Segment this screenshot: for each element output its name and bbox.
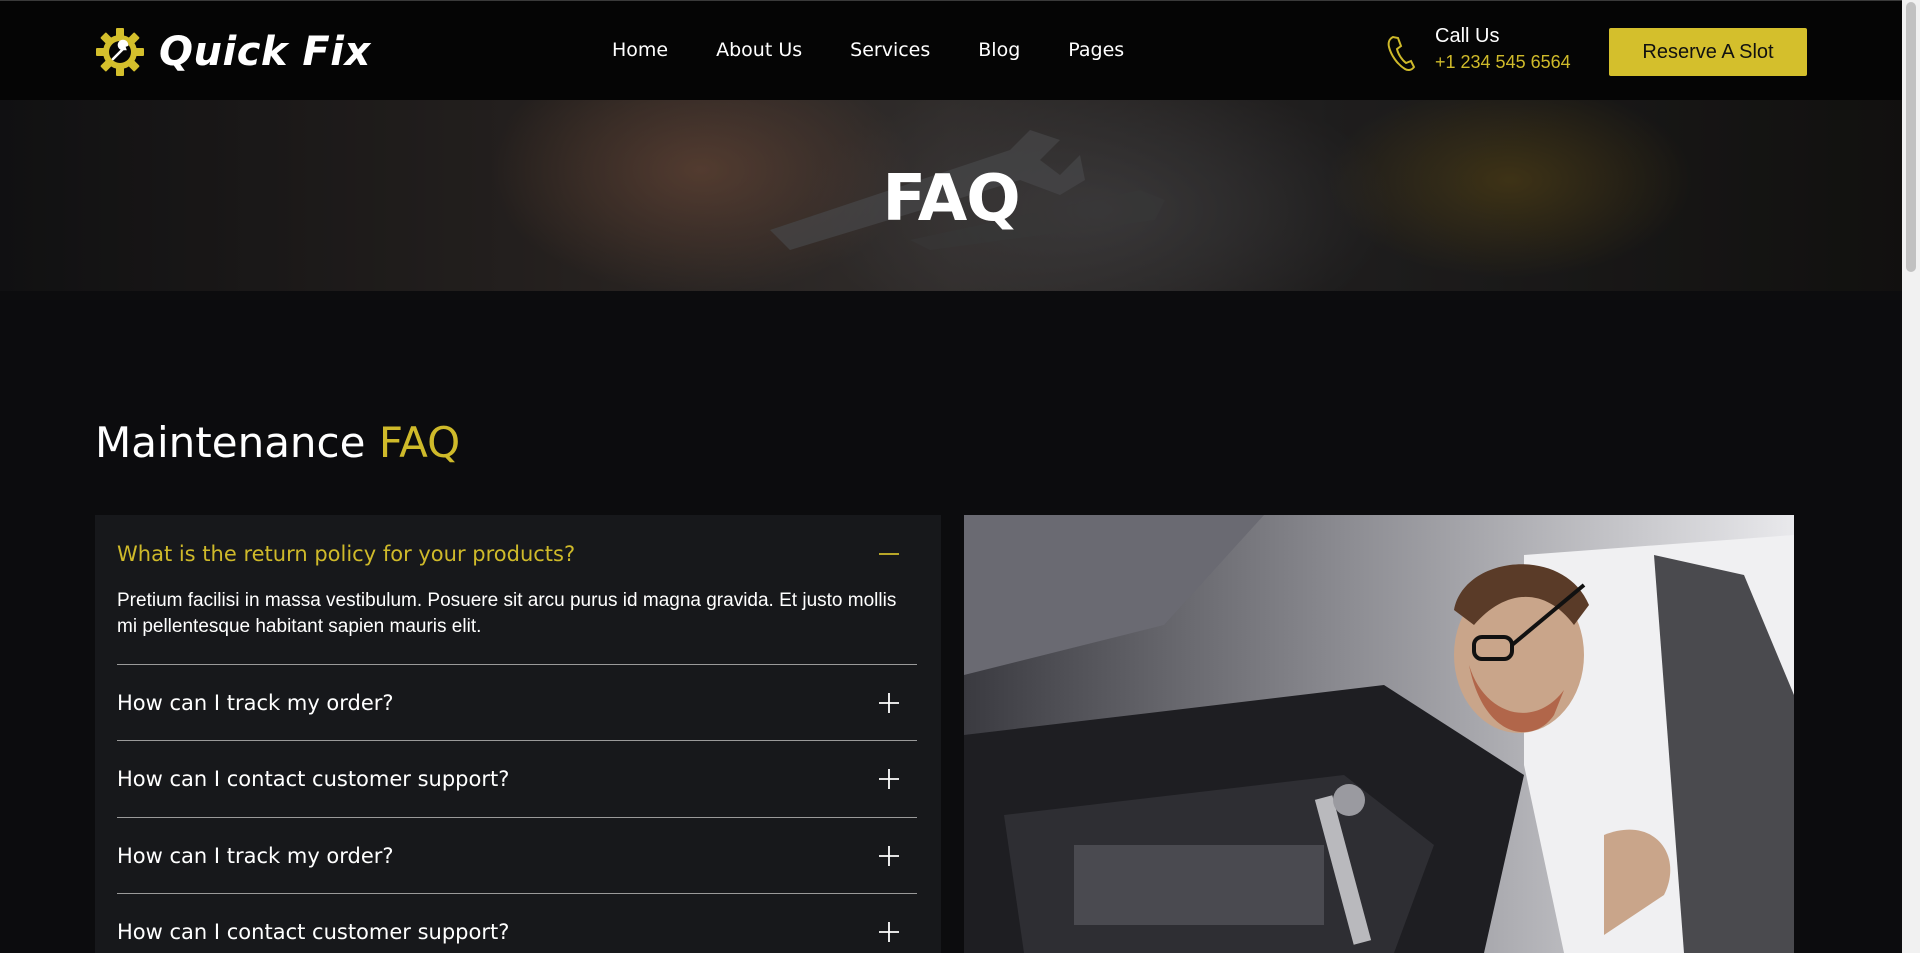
plus-icon[interactable]	[877, 691, 901, 715]
faq-question[interactable]: How can I contact customer support?	[117, 767, 917, 791]
brand-name: Quick Fix	[159, 29, 371, 75]
main-nav: Home About Us Services Blog Pages	[612, 39, 1172, 61]
mechanic-photo	[964, 515, 1794, 953]
page-title: FAQ	[882, 162, 1020, 236]
plus-icon[interactable]	[877, 920, 901, 944]
faq-item[interactable]: How can I track my order?	[117, 844, 917, 868]
faq-divider	[117, 893, 917, 894]
scrollbar-thumb[interactable]	[1906, 2, 1916, 272]
minus-icon[interactable]	[877, 542, 901, 566]
scrollbar[interactable]	[1902, 0, 1920, 953]
faq-item[interactable]: How can I contact customer support?	[117, 920, 917, 944]
call-label: Call Us	[1435, 25, 1500, 47]
hero-banner: FAQ	[0, 100, 1902, 291]
faq-question[interactable]: What is the return policy for your produ…	[117, 542, 917, 566]
nav-pages[interactable]: Pages	[1068, 39, 1124, 61]
faq-question[interactable]: How can I contact customer support?	[117, 920, 917, 944]
mechanic-image	[964, 515, 1794, 953]
section-title-accent: FAQ	[378, 418, 461, 467]
faq-answer: Pretium facilisi in massa vestibulum. Po…	[117, 590, 897, 637]
call-us-block[interactable]: Call Us +1 234 545 6564	[1385, 25, 1571, 73]
faq-item[interactable]: What is the return policy for your produ…	[117, 542, 917, 566]
call-number[interactable]: +1 234 545 6564	[1435, 52, 1571, 73]
section-title: Maintenance FAQ	[95, 418, 460, 467]
gear-wrench-logo-icon	[96, 28, 144, 76]
nav-home[interactable]: Home	[612, 39, 668, 61]
plus-icon[interactable]	[877, 844, 901, 868]
faq-item[interactable]: How can I track my order?	[117, 691, 917, 715]
faq-accordion: What is the return policy for your produ…	[95, 515, 941, 953]
faq-question[interactable]: How can I track my order?	[117, 691, 917, 715]
brand-logo[interactable]: Quick Fix	[95, 27, 371, 77]
faq-divider	[117, 817, 917, 818]
nav-blog[interactable]: Blog	[978, 39, 1020, 61]
faq-question[interactable]: How can I track my order?	[117, 844, 917, 868]
phone-icon	[1387, 35, 1416, 72]
faq-divider	[117, 664, 917, 665]
faq-item[interactable]: How can I contact customer support?	[117, 767, 917, 791]
reserve-slot-button[interactable]: Reserve A Slot	[1609, 28, 1807, 76]
faq-divider	[117, 740, 917, 741]
site-header: Quick Fix Home About Us Services Blog Pa…	[0, 0, 1902, 100]
nav-services[interactable]: Services	[850, 39, 930, 61]
plus-icon[interactable]	[877, 767, 901, 791]
section-title-main: Maintenance	[95, 418, 379, 467]
nav-about-us[interactable]: About Us	[716, 39, 802, 61]
